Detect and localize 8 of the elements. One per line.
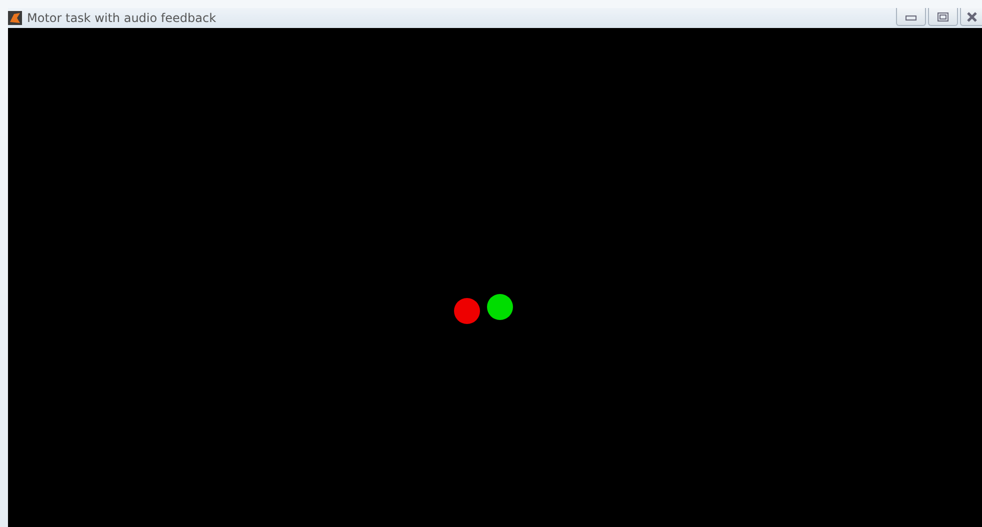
maximize-icon	[937, 12, 949, 22]
close-icon	[966, 12, 978, 22]
minimize-button[interactable]	[896, 8, 926, 26]
app-icon	[8, 11, 22, 25]
close-button[interactable]	[960, 8, 982, 26]
window-title: Motor task with audio feedback	[27, 11, 216, 25]
minimize-icon	[905, 12, 917, 20]
maximize-button[interactable]	[928, 8, 958, 26]
